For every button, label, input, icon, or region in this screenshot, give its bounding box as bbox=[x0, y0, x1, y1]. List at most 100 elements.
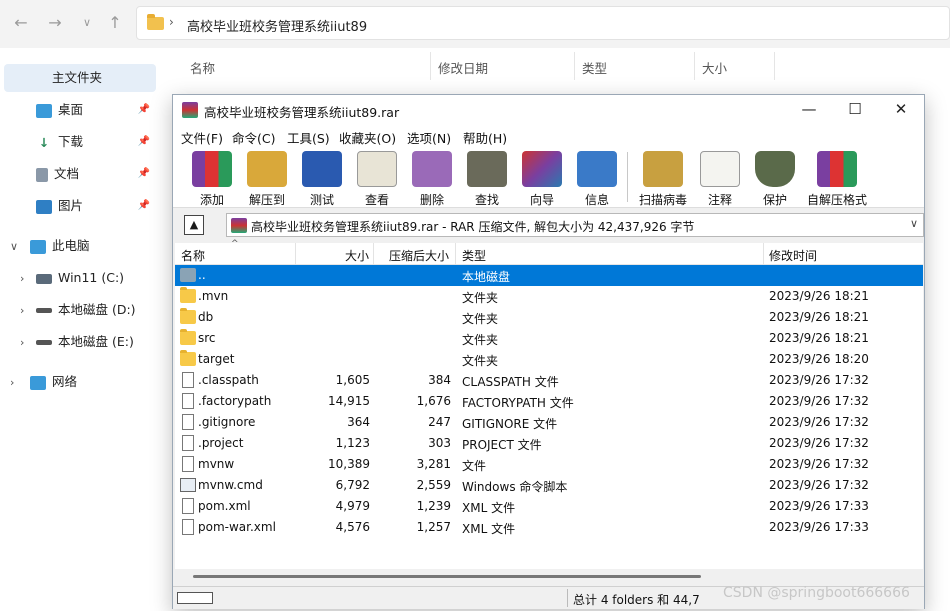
chevron-down-icon[interactable]: ∨ bbox=[10, 240, 18, 253]
cell-modified: 2023/9/26 17:32 bbox=[769, 478, 869, 492]
cell-modified: 2023/9/26 17:33 bbox=[769, 499, 869, 513]
chevron-right-icon[interactable]: › bbox=[20, 304, 24, 317]
up-folder-button[interactable]: ▲ bbox=[184, 215, 204, 235]
cell-modified: 2023/9/26 18:20 bbox=[769, 352, 869, 366]
pin-icon: 📌 bbox=[137, 136, 150, 147]
sidebar-item-this-pc[interactable]: 此电脑 bbox=[30, 232, 156, 260]
add-button[interactable]: 添加 bbox=[187, 148, 237, 207]
cell-size: 1,123 bbox=[335, 436, 370, 450]
close-button[interactable]: ✕ bbox=[878, 95, 924, 124]
toolbar-divider bbox=[627, 152, 628, 202]
sidebar-item-drive-d[interactable]: 本地磁盘 (D:) bbox=[36, 296, 156, 324]
scrollbar-thumb[interactable] bbox=[193, 575, 701, 578]
extract-to-button[interactable]: 解压到 bbox=[242, 148, 292, 207]
table-row[interactable]: .factorypath 14,915 1,676 FACTORYPATH 文件 202… bbox=[175, 391, 923, 412]
address-text: 高校毕业班校务管理系统iiut89 bbox=[187, 20, 368, 35]
virus-scan-icon bbox=[643, 151, 683, 187]
title-bar[interactable]: 高校毕业班校务管理系统iiut89.rar — ☐ ✕ bbox=[173, 95, 924, 124]
folder-icon bbox=[147, 14, 164, 30]
table-row[interactable]: src 文件夹 2023/9/26 18:21 bbox=[175, 328, 923, 349]
menu-file[interactable]: 文件(F) bbox=[181, 128, 223, 147]
sidebar-item-network[interactable]: 网络 bbox=[30, 368, 156, 396]
computer-icon bbox=[30, 239, 46, 254]
table-row[interactable]: .classpath 1,605 384 CLASSPATH 文件 2023/9/26 … bbox=[175, 370, 923, 391]
cell-name: db bbox=[198, 310, 214, 324]
folder-icon bbox=[180, 329, 196, 345]
cell-packed: 2,559 bbox=[416, 478, 451, 492]
table-row[interactable]: .. 本地磁盘 bbox=[175, 265, 923, 286]
chevron-right-icon[interactable]: › bbox=[20, 336, 24, 349]
info-button[interactable]: 信息 bbox=[572, 148, 622, 207]
scan-virus-button[interactable]: 扫描病毒 bbox=[635, 148, 691, 207]
sidebar-item-desktop[interactable]: 桌面 📌 bbox=[36, 96, 156, 124]
find-binoculars-icon bbox=[467, 151, 507, 187]
address-bar[interactable]: › 高校毕业班校务管理系统iiut89 bbox=[136, 6, 950, 40]
wizard-button[interactable]: 向导 bbox=[517, 148, 567, 207]
table-row[interactable]: .gitignore 364 247 GITIGNORE 文件 2023/9/26 17… bbox=[175, 412, 923, 433]
chevron-down-icon[interactable]: ∨ bbox=[910, 217, 918, 230]
pin-icon: 📌 bbox=[137, 104, 150, 115]
forward-arrow-icon[interactable]: → bbox=[44, 12, 66, 34]
table-row[interactable]: db 文件夹 2023/9/26 18:21 bbox=[175, 307, 923, 328]
table-row[interactable]: mvnw 10,389 3,281 文件 2023/9/26 17:32 bbox=[175, 454, 923, 475]
table-row[interactable]: .mvn 文件夹 2023/9/26 18:21 bbox=[175, 286, 923, 307]
column-name[interactable]: 名称 bbox=[190, 58, 215, 77]
minimize-button[interactable]: — bbox=[786, 95, 832, 124]
cell-type: 文件夹 bbox=[462, 312, 499, 326]
picture-icon bbox=[36, 199, 52, 214]
cell-size: 364 bbox=[347, 415, 370, 429]
column-modified[interactable]: 修改日期 bbox=[438, 58, 488, 77]
path-bar: ▲ 高校毕业班校务管理系统iiut89.rar - RAR 压缩文件, 解包大小… bbox=[173, 209, 924, 241]
column-size[interactable]: 大小 bbox=[345, 247, 369, 264]
column-type[interactable]: 类型 bbox=[462, 247, 486, 264]
sidebar-item-drive-c[interactable]: Win11 (C:) bbox=[36, 264, 156, 292]
chevron-right-icon[interactable]: › bbox=[10, 376, 14, 389]
view-button[interactable]: 查看 bbox=[352, 148, 402, 207]
recent-chevron-icon[interactable]: ∨ bbox=[76, 12, 98, 34]
sidebar-item-documents[interactable]: 文档 📌 bbox=[36, 160, 156, 188]
up-arrow-icon[interactable]: ↑ bbox=[104, 12, 126, 34]
status-text: 总计 4 folders 和 44,7 bbox=[573, 593, 700, 607]
sidebar-item-pictures[interactable]: 图片 📌 bbox=[36, 192, 156, 220]
menu-commands[interactable]: 命令(C) bbox=[232, 128, 275, 147]
menu-help[interactable]: 帮助(H) bbox=[463, 128, 507, 147]
cell-size: 4,979 bbox=[335, 499, 370, 513]
maximize-button[interactable]: ☐ bbox=[832, 95, 878, 124]
file-icon bbox=[182, 372, 194, 388]
list-column-headers: ^ 名称 大小 压缩后大小 类型 修改时间 bbox=[175, 239, 923, 265]
menu-tools[interactable]: 工具(S) bbox=[287, 128, 330, 147]
column-size[interactable]: 大小 bbox=[702, 58, 727, 77]
column-name[interactable]: 名称 bbox=[181, 247, 205, 264]
menu-options[interactable]: 选项(N) bbox=[407, 128, 451, 147]
find-button[interactable]: 查找 bbox=[462, 148, 512, 207]
column-type[interactable]: 类型 bbox=[582, 58, 607, 77]
menu-favorites[interactable]: 收藏夹(O) bbox=[339, 128, 396, 147]
sidebar-item-home[interactable]: 主文件夹 bbox=[4, 64, 156, 92]
table-row[interactable]: target 文件夹 2023/9/26 18:20 bbox=[175, 349, 923, 370]
cell-modified: 2023/9/26 17:32 bbox=[769, 457, 869, 471]
cell-type: 本地磁盘 bbox=[462, 270, 511, 284]
column-packed[interactable]: 压缩后大小 bbox=[389, 247, 449, 264]
column-modified[interactable]: 修改时间 bbox=[769, 247, 817, 264]
table-row[interactable]: pom-war.xml 4,576 1,257 XML 文件 2023/9/26 17:… bbox=[175, 517, 923, 538]
table-row[interactable]: pom.xml 4,979 1,239 XML 文件 2023/9/26 17:33 bbox=[175, 496, 923, 517]
wizard-icon bbox=[522, 151, 562, 187]
cell-type: FACTORYPATH 文件 bbox=[462, 396, 574, 410]
test-button[interactable]: 测试 bbox=[297, 148, 347, 207]
comment-button[interactable]: 注释 bbox=[695, 148, 745, 207]
sidebar-item-drive-e[interactable]: 本地磁盘 (E:) bbox=[36, 328, 156, 356]
drive-key-icon[interactable] bbox=[177, 592, 213, 604]
horizontal-scrollbar[interactable] bbox=[175, 569, 923, 586]
protect-button[interactable]: 保护 bbox=[750, 148, 800, 207]
table-row[interactable]: mvnw.cmd 6,792 2,559 Windows 命令脚本 2023/9/26 … bbox=[175, 475, 923, 496]
desktop-icon bbox=[36, 103, 52, 118]
cell-modified: 2023/9/26 17:32 bbox=[769, 436, 869, 450]
sidebar-item-downloads[interactable]: ↓ 下载 📌 bbox=[36, 128, 156, 156]
sfx-button[interactable]: 自解压格式 bbox=[805, 148, 869, 207]
table-row[interactable]: .project 1,123 303 PROJECT 文件 2023/9/26 17:3… bbox=[175, 433, 923, 454]
archive-path-dropdown[interactable]: 高校毕业班校务管理系统iiut89.rar - RAR 压缩文件, 解包大小为 … bbox=[226, 213, 924, 237]
back-arrow-icon[interactable]: ← bbox=[10, 12, 32, 34]
cell-type: 文件夹 bbox=[462, 354, 499, 368]
delete-button[interactable]: 删除 bbox=[407, 148, 457, 207]
chevron-right-icon[interactable]: › bbox=[20, 272, 24, 285]
